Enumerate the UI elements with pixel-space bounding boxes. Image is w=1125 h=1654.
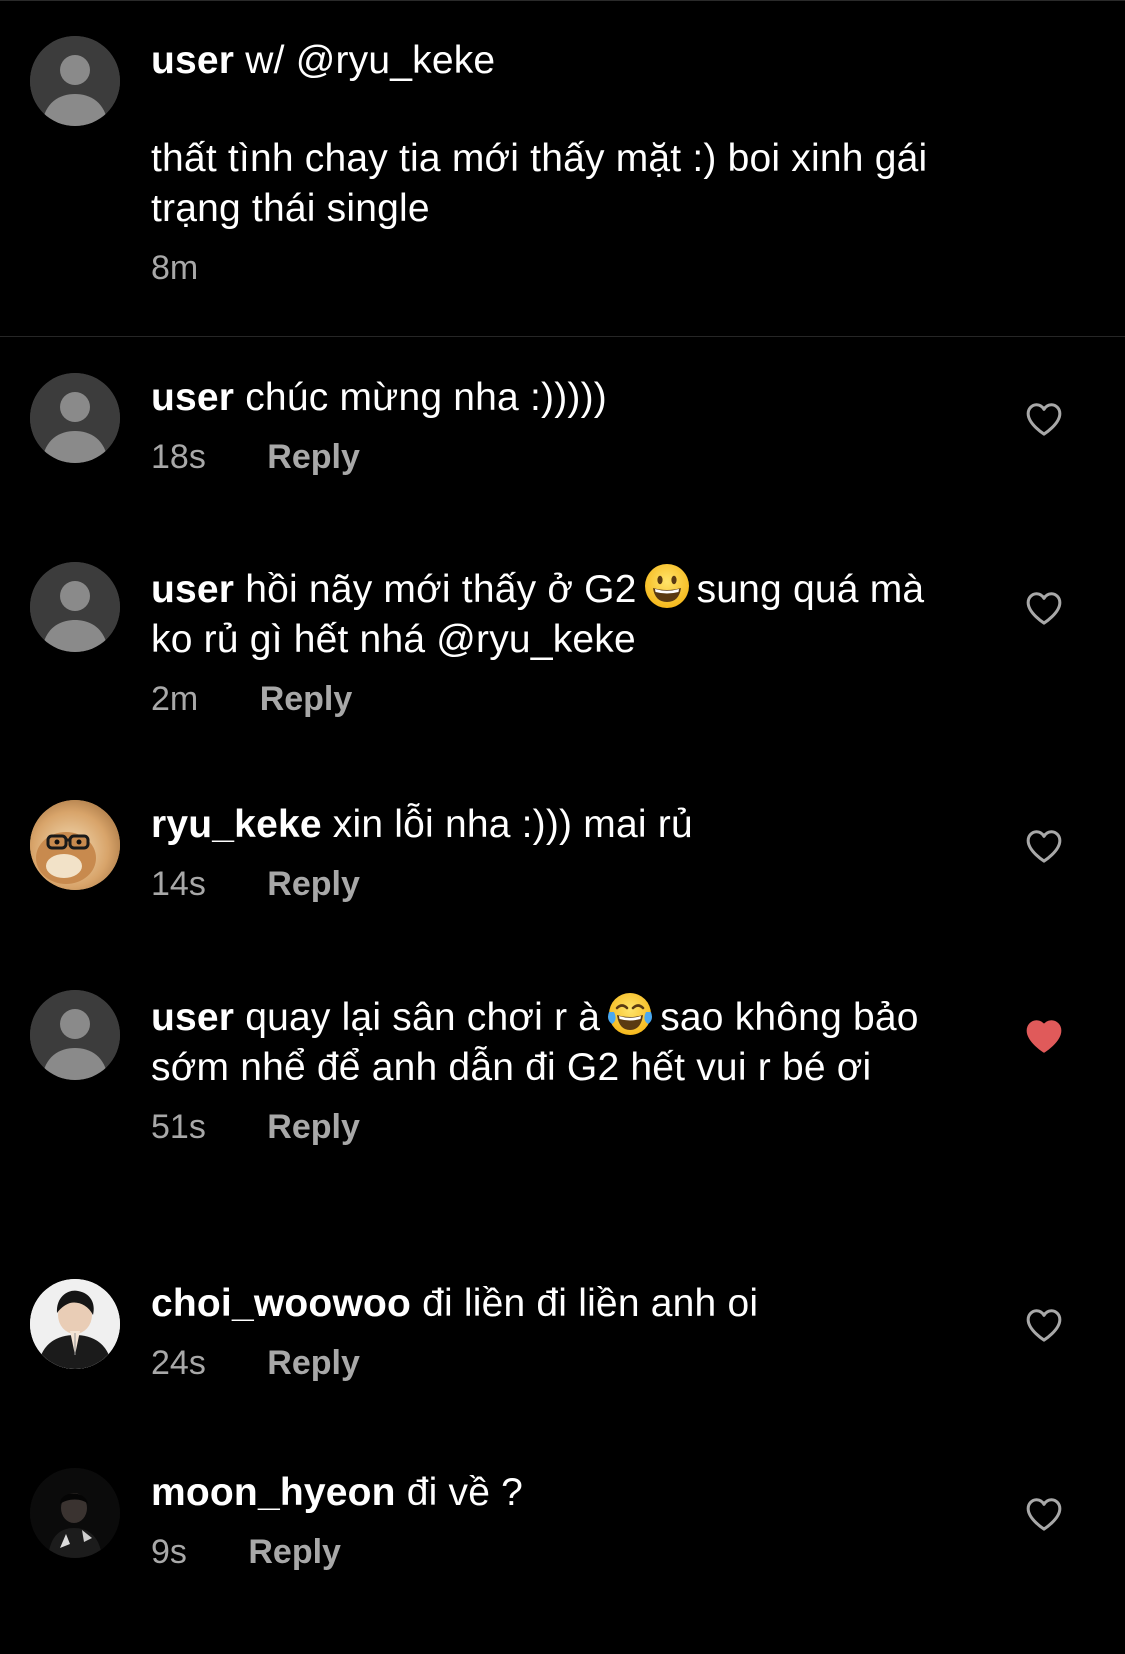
comment-timestamp: 24s: [151, 1344, 206, 1382]
reply-button[interactable]: Reply: [248, 1533, 341, 1571]
caption-text: thất tình chay tia mới thấy mặt :) boi x…: [151, 137, 928, 230]
heart-outline-icon[interactable]: [1025, 828, 1063, 864]
heart-filled-icon[interactable]: [1025, 1018, 1063, 1054]
comment-timestamp: 51s: [151, 1108, 206, 1146]
hamster-with-glasses-photo[interactable]: [30, 800, 120, 890]
comment-meta: 24s Reply: [151, 1343, 971, 1383]
default-avatar-icon[interactable]: [30, 36, 120, 126]
comment-text: choi_woowoo đi liền đi liền anh oi: [151, 1279, 971, 1329]
tears-of-joy-icon: [608, 993, 653, 1035]
caption-tagged-user[interactable]: @ryu_keke: [296, 39, 496, 82]
reply-button[interactable]: Reply: [267, 438, 360, 476]
default-avatar-icon[interactable]: [30, 562, 120, 652]
comment-message: đi liền đi liền anh oi: [422, 1282, 759, 1325]
caption-divider: [0, 336, 1125, 337]
heart-outline-icon[interactable]: [1025, 590, 1063, 626]
comment-message-part1: hồi nãy mới thấy ở G2: [245, 568, 637, 611]
comment-body: user chúc mừng nha :))))) 18s Reply: [151, 373, 971, 477]
comment-username[interactable]: moon_hyeon: [151, 1471, 396, 1514]
comment-timestamp: 18s: [151, 438, 206, 476]
heart-outline-icon[interactable]: [1025, 1307, 1063, 1343]
comment-message-part1: quay lại sân chơi r à: [245, 996, 601, 1039]
comment-timestamp: 2m: [151, 680, 199, 718]
comment-body: choi_woowoo đi liền đi liền anh oi 24s R…: [151, 1279, 971, 1383]
comment-meta: 14s Reply: [151, 864, 971, 904]
caption-body: user w/ @ryu_keke thất tình chay tia mới…: [151, 36, 971, 288]
caption-header: user w/ @ryu_keke: [151, 36, 971, 86]
dark-portrait-photo[interactable]: [30, 1468, 120, 1558]
comment-message: đi về ?: [406, 1471, 524, 1514]
comment-username[interactable]: user: [151, 996, 234, 1039]
comment-message: xin lỗi nha :))) mai rủ: [332, 803, 693, 846]
comment-username[interactable]: user: [151, 568, 234, 611]
comment-body: user quay lại sân chơi r à sao không bảo…: [151, 990, 971, 1147]
caption-meta: 8m: [151, 248, 971, 288]
default-avatar-icon[interactable]: [30, 373, 120, 463]
comment-text: ryu_keke xin lỗi nha :))) mai rủ: [151, 800, 971, 850]
reply-button[interactable]: Reply: [267, 1344, 360, 1382]
reply-button[interactable]: Reply: [267, 865, 360, 903]
comment-body: user hồi nãy mới thấy ở G2 sung quá mà k…: [151, 562, 971, 719]
heart-outline-icon[interactable]: [1025, 401, 1063, 437]
default-avatar-icon[interactable]: [30, 990, 120, 1080]
comment-message: chúc mừng nha :))))): [245, 376, 607, 419]
reply-button[interactable]: Reply: [260, 680, 353, 718]
caption-with-label: w/: [245, 39, 285, 82]
comment-username[interactable]: user: [151, 376, 234, 419]
comment-timestamp: 14s: [151, 865, 206, 903]
comment-text: user quay lại sân chơi r à sao không bảo…: [151, 990, 971, 1093]
comment-timestamp: 9s: [151, 1533, 187, 1571]
caption-timestamp: 8m: [151, 249, 199, 287]
comment-body: moon_hyeon đi về ? 9s Reply: [151, 1468, 971, 1572]
person-praying-photo[interactable]: [30, 1279, 120, 1369]
caption-username[interactable]: user: [151, 39, 234, 82]
comment-text: user hồi nãy mới thấy ở G2 sung quá mà k…: [151, 562, 971, 665]
comment-username[interactable]: choi_woowoo: [151, 1282, 411, 1325]
comment-text: moon_hyeon đi về ?: [151, 1468, 971, 1518]
comment-body: ryu_keke xin lỗi nha :))) mai rủ 14s Rep…: [151, 800, 971, 904]
comment-meta: 2m Reply: [151, 679, 971, 719]
comment-text: user chúc mừng nha :))))): [151, 373, 971, 423]
reply-button[interactable]: Reply: [267, 1108, 360, 1146]
top-border: [0, 0, 1125, 1]
comment-meta: 51s Reply: [151, 1107, 971, 1147]
comment-username[interactable]: ryu_keke: [151, 803, 322, 846]
grinning-face-icon: [644, 564, 689, 608]
comment-meta: 9s Reply: [151, 1532, 971, 1572]
heart-outline-icon[interactable]: [1025, 1496, 1063, 1532]
comment-meta: 18s Reply: [151, 437, 971, 477]
